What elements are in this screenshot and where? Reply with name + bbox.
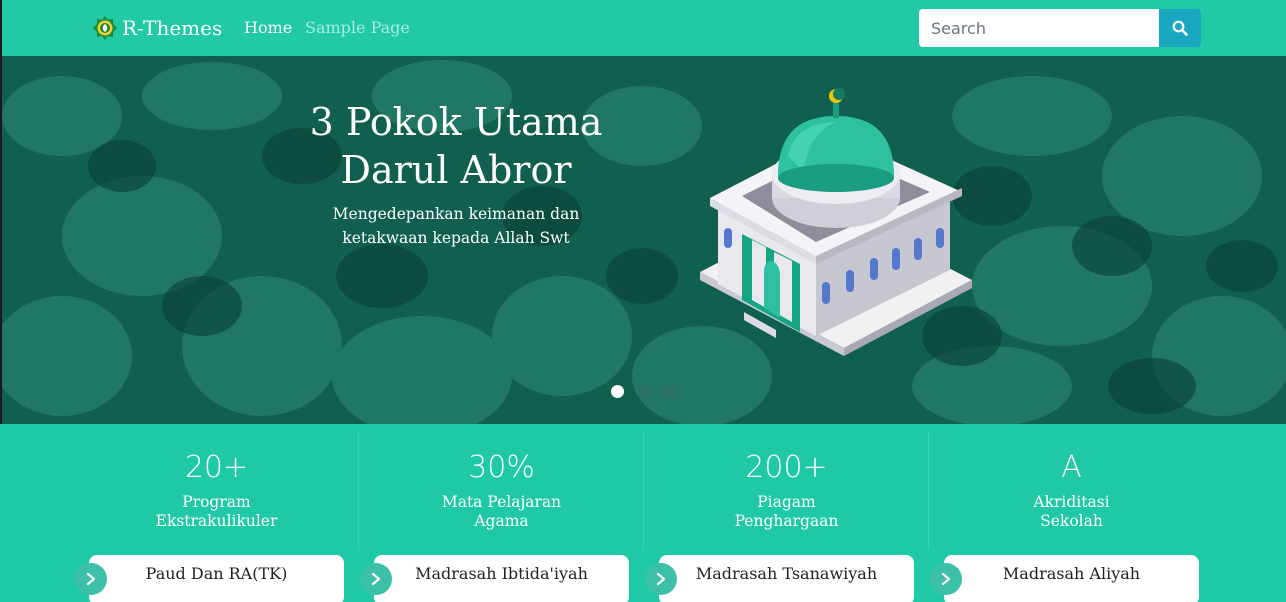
mosque-icon: [700, 88, 972, 356]
stat-value: 20+: [184, 450, 249, 485]
hero-slider: 3 Pokok Utama Darul Abror Mengedepankan …: [0, 56, 1286, 424]
slider-dot-1[interactable]: [611, 385, 624, 398]
hero-subtitle-line-2: ketakwaan kepada Allah Swt: [342, 229, 570, 247]
leaf-emblem-icon: [93, 16, 117, 40]
brand-name: R-Themes: [122, 16, 223, 40]
search-input[interactable]: [919, 9, 1159, 47]
chevron-right-icon[interactable]: [930, 563, 962, 595]
navbar: R-Themes Home Sample Page: [0, 0, 1286, 56]
stat-label-line-2: Sekolah: [1040, 512, 1103, 530]
level-card-paud[interactable]: Paud Dan RA(TK): [89, 555, 344, 602]
stat-label: Program Ekstrakulikuler: [74, 493, 359, 531]
level-card-aliyah[interactable]: Madrasah Aliyah: [944, 555, 1199, 602]
stat-label-line-1: Mata Pelajaran: [441, 493, 562, 511]
level-card-ibtidaiyah[interactable]: Madrasah Ibtida'iyah: [374, 555, 629, 602]
hero-title-line-2: Darul Abror: [340, 148, 572, 192]
stat-label-line-2: Ekstrakulikuler: [155, 512, 278, 530]
search-form: [919, 9, 1201, 47]
stat-label-line-1: Program: [182, 493, 251, 511]
slider-dot-3[interactable]: [663, 385, 676, 398]
stat-value: 30%: [468, 450, 535, 485]
hero-subtitle: Mengedepankan keimanan dan ketakwaan kep…: [252, 202, 660, 250]
hero-title: 3 Pokok Utama Darul Abror: [252, 98, 660, 194]
brand-link[interactable]: R-Themes: [92, 14, 222, 42]
stat-label: Akriditasi Sekolah: [929, 493, 1214, 531]
chevron-right-icon[interactable]: [75, 563, 107, 595]
hero-title-line-1: 3 Pokok Utama: [309, 100, 603, 144]
stat-label: Mata Pelajaran Agama: [359, 493, 644, 531]
stat-label-line-1: Akriditasi: [1033, 493, 1110, 511]
nav-home-link[interactable]: Home: [244, 18, 292, 37]
nav-sample-page-link[interactable]: Sample Page: [305, 18, 410, 37]
search-button[interactable]: [1159, 9, 1201, 47]
stat-value: 200+: [745, 450, 828, 485]
stats-section: 20+ Program Ekstrakulikuler 30% Mata Pel…: [0, 424, 1286, 602]
stat-label-line-1: Piagam: [757, 493, 816, 511]
level-card-tsanawiyah[interactable]: Madrasah Tsanawiyah: [659, 555, 914, 602]
hero-subtitle-line-1: Mengedepankan keimanan dan: [332, 205, 580, 223]
stat-value: A: [1061, 450, 1082, 485]
chevron-right-icon[interactable]: [360, 563, 392, 595]
search-icon: [1172, 20, 1188, 36]
stat-label-line-2: Penghargaan: [734, 512, 839, 530]
chevron-right-icon[interactable]: [645, 563, 677, 595]
stat-label-line-2: Agama: [474, 512, 529, 530]
stat-label: Piagam Penghargaan: [644, 493, 929, 531]
slider-dot-2[interactable]: [637, 385, 650, 398]
slider-indicators: [611, 385, 676, 398]
